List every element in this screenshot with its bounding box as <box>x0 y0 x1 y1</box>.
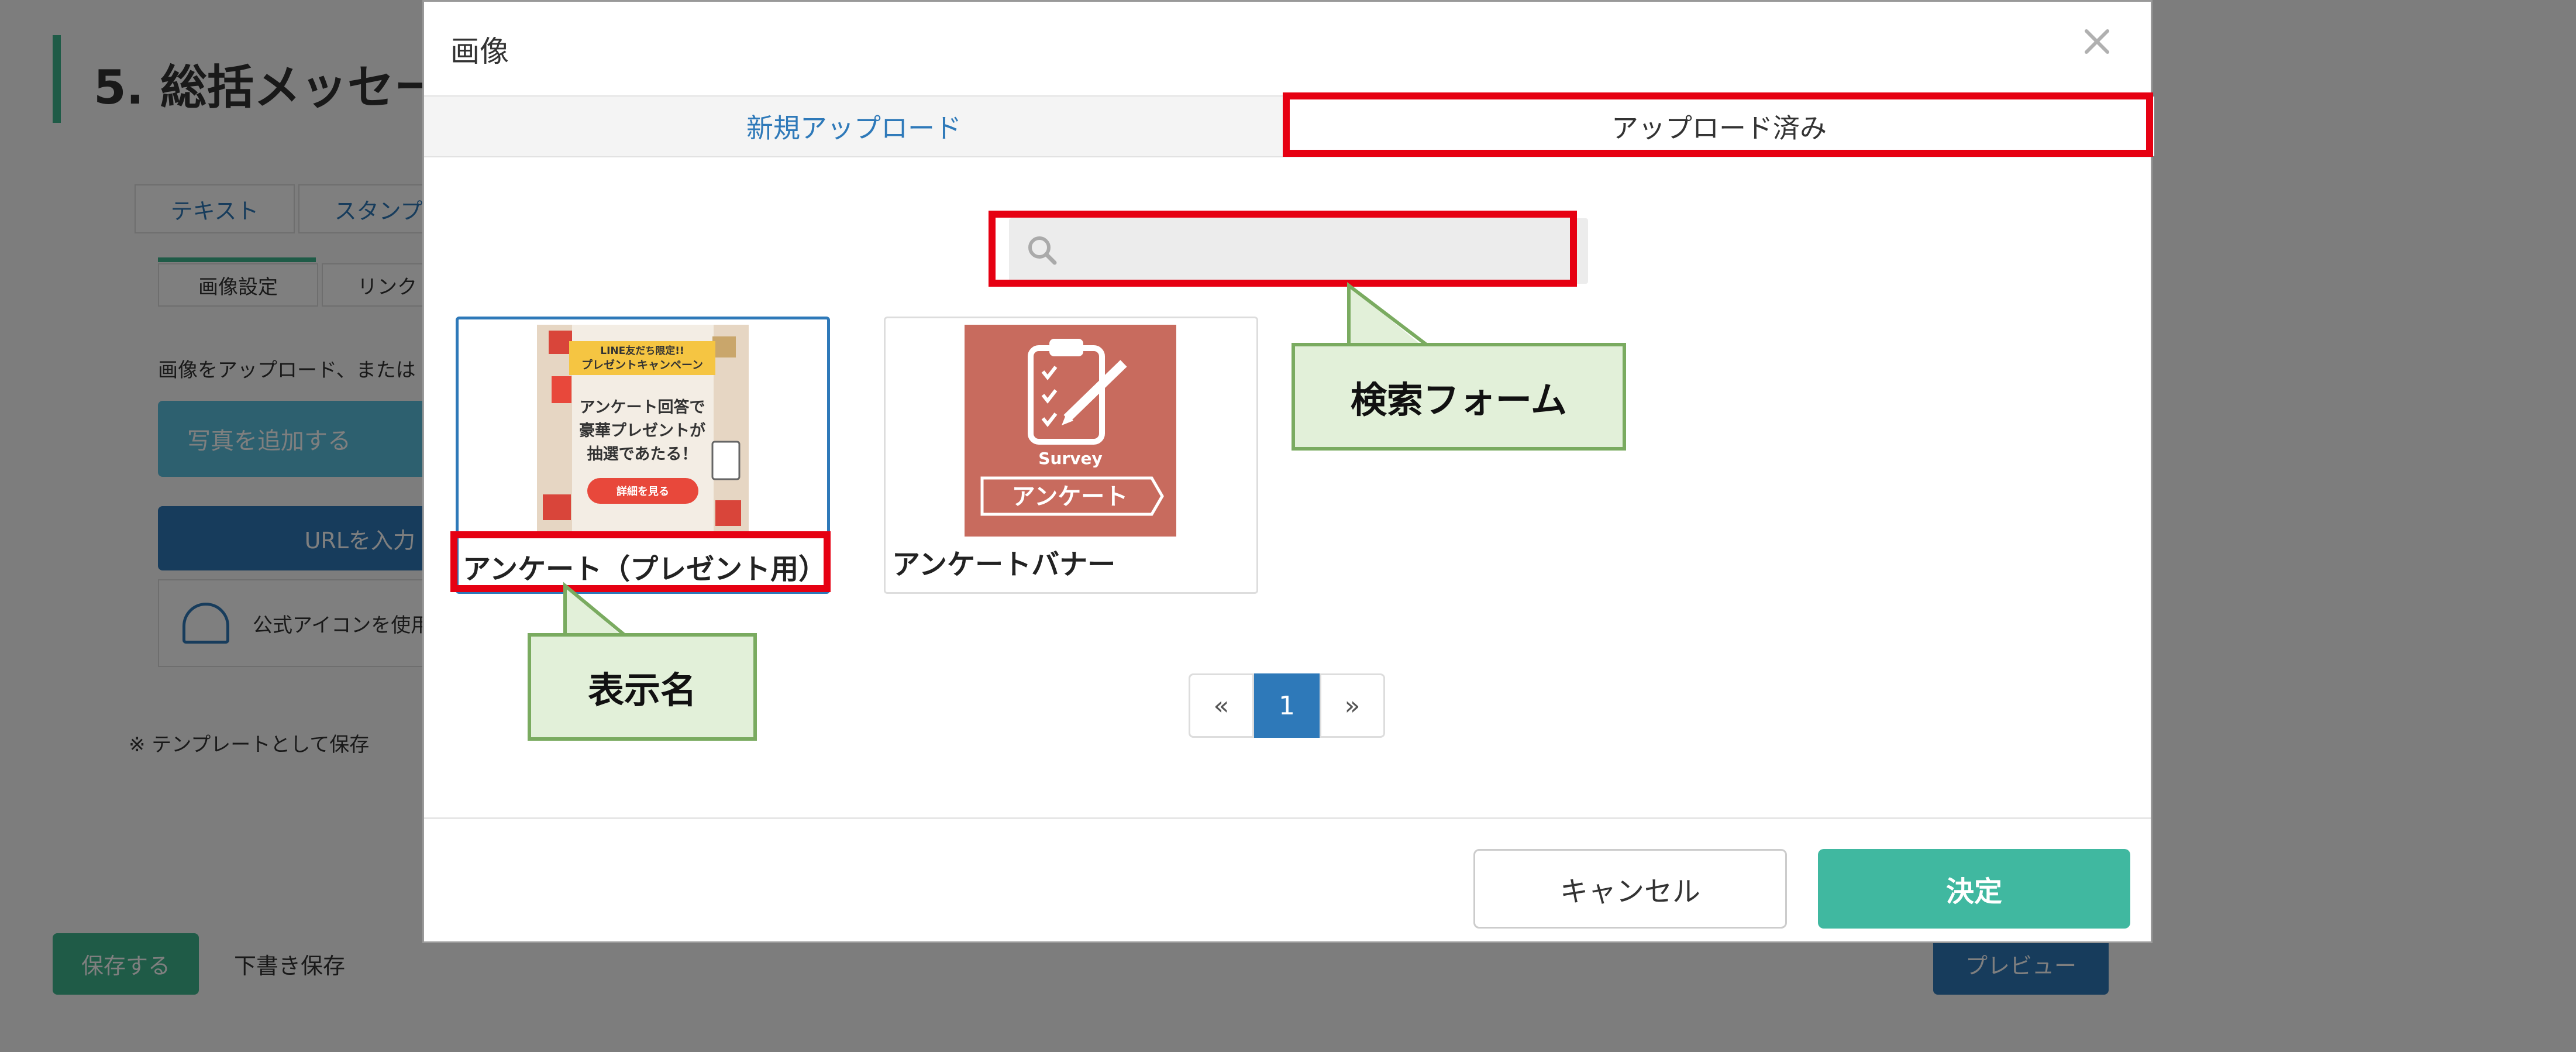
image-display-name: アンケートバナー <box>892 548 1116 581</box>
modal-tabs: 新規アップロード アップロード済み <box>424 95 2154 157</box>
footer-divider <box>424 817 2151 819</box>
thumb-line: アンケート回答で <box>580 398 705 417</box>
thumb-line: Survey <box>1038 449 1102 468</box>
cancel-button[interactable]: キャンセル <box>1473 849 1787 929</box>
search-input[interactable] <box>1009 218 1588 284</box>
search-form-callout: 検索フォーム <box>1292 343 1626 451</box>
page-next-button[interactable]: » <box>1320 673 1385 738</box>
search-icon <box>1028 236 1057 265</box>
thumb-line: 豪華プレゼントが <box>579 421 705 440</box>
tab-new-upload[interactable]: 新規アップロード <box>424 97 1284 156</box>
page-prev-button[interactable]: « <box>1189 673 1254 738</box>
image-modal: 画像 新規アップロード アップロード済み LINE友だち限定!! プレゼントキャ… <box>422 0 2154 943</box>
modal-title: 画像 <box>450 35 509 68</box>
thumb-line: 抽選であたる！ <box>587 445 698 463</box>
thumb-line: プレゼントキャンペーン <box>581 358 703 372</box>
thumb-line: 詳細を見る <box>617 485 669 498</box>
thumb-line: LINE友だち限定!! <box>600 345 684 357</box>
survey-thumbnail: Survey アンケート <box>965 325 1176 537</box>
close-icon[interactable] <box>2079 24 2114 59</box>
campaign-thumbnail: LINE友だち限定!! プレゼントキャンペーン アンケート回答で 豪華プレゼント… <box>537 325 749 537</box>
pagination: « 1 » <box>1189 673 1385 738</box>
image-display-name: アンケート（プレゼント用） <box>463 553 827 586</box>
ok-button[interactable]: 決定 <box>1818 849 2130 929</box>
page-current-button[interactable]: 1 <box>1254 673 1320 738</box>
thumb-line: アンケート <box>1012 483 1128 510</box>
display-name-callout: 表示名 <box>528 633 757 741</box>
callout-tail <box>1347 281 1428 350</box>
callout-tail <box>563 582 627 640</box>
tab-uploaded[interactable]: アップロード済み <box>1284 97 2154 156</box>
